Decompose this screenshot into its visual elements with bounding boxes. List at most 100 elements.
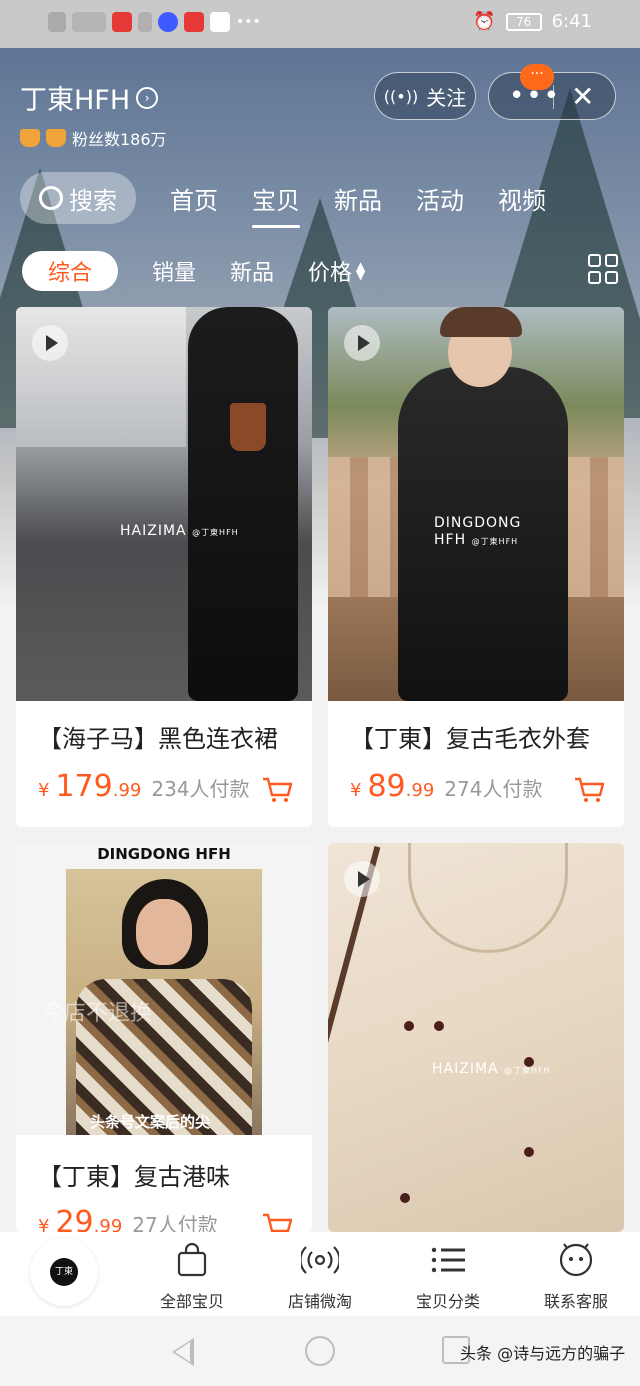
brand-header: DINGDONG HFH	[97, 845, 231, 863]
add-to-cart-icon[interactable]	[574, 777, 604, 803]
system-navigation-bar: 头条 @诗与远方的骗子	[0, 1316, 640, 1386]
shop-name-text: 丁東HFH	[20, 85, 131, 116]
product-price: ¥ 29 .99 27人付款	[38, 1205, 218, 1232]
tab-products[interactable]: 宝贝	[252, 181, 300, 228]
button	[434, 1021, 444, 1031]
clock: 6:41	[551, 11, 592, 32]
fans-text: 粉丝数186万	[72, 130, 167, 149]
product-title: 【丁東】复古毛衣外套	[350, 725, 590, 753]
image-watermark: HAIZIMA @丁東HFH	[120, 523, 239, 539]
back-icon[interactable]	[172, 1338, 194, 1366]
customer-service-button[interactable]: 联系客服	[516, 1240, 636, 1312]
close-icon[interactable]: ✕	[571, 80, 594, 113]
grid-view-icon[interactable]	[588, 254, 618, 284]
shop-bottom-bar: 丁東 全部宝贝 店铺微淘 宝贝分类 联系客服	[0, 1232, 640, 1316]
watermark-credit: 头条 @诗与远方的骗子	[460, 1344, 626, 1363]
filter-new[interactable]: 新品	[230, 255, 274, 287]
filter-price-label: 价格	[308, 261, 353, 286]
image-watermark: HAIZIMA @丁東HFH	[432, 1061, 551, 1077]
shop-tabs: 搜索 首页 宝贝 新品 活动 视频	[20, 172, 546, 228]
model-figure	[188, 307, 298, 701]
nav-label: 全部宝贝	[159, 1292, 224, 1311]
nav-label: 宝贝分类	[415, 1292, 480, 1311]
shop-logo[interactable]: 丁東	[30, 1238, 98, 1306]
add-to-cart-icon[interactable]	[262, 777, 292, 803]
paid-count: 274人付款	[444, 777, 543, 801]
shop-feed-button[interactable]: 店铺微淘	[260, 1240, 380, 1312]
product-card[interactable]: DINGDONG HFH @丁東HFH 【丁東】复古毛衣外套 ¥ 89 .99 2…	[328, 307, 624, 827]
tab-home[interactable]: 首页	[170, 181, 218, 216]
product-image: HAIZIMA @丁東HFH	[16, 307, 312, 701]
play-store-icon	[210, 12, 230, 32]
nav-label: 店铺微淘	[287, 1292, 352, 1311]
beret	[440, 307, 522, 337]
tab-new[interactable]: 新品	[334, 181, 382, 216]
tab-video[interactable]: 视频	[498, 181, 546, 216]
product-title: 【海子马】黑色连衣裙	[38, 725, 278, 753]
filter-comprehensive[interactable]: 综合	[22, 251, 118, 291]
follow-button[interactable]: ((•)) 关注	[374, 72, 476, 120]
follow-label: 关注	[426, 85, 467, 110]
search-icon	[39, 186, 63, 210]
filter-sales[interactable]: 销量	[152, 255, 196, 287]
toutiao-icon	[112, 12, 132, 32]
filter-price[interactable]: 价格 ▲ ▼	[308, 255, 365, 287]
button	[400, 1193, 410, 1203]
search-label: 搜索	[69, 186, 117, 215]
status-icons-left: •••	[48, 12, 261, 32]
product-card[interactable]: HAIZIMA @丁東HFH	[328, 843, 624, 1232]
fans-count: 粉丝数186万	[20, 126, 167, 150]
product-price: ¥ 89 .99 274人付款	[350, 769, 543, 804]
signal-icon	[72, 12, 106, 32]
product-price: ¥ 179 .99 234人付款	[38, 769, 250, 804]
status-bar: ••• ⏰ 76 6:41	[0, 0, 640, 48]
battery-icon: 76	[505, 12, 542, 31]
product-image: DINGDONG HFH @丁東HFH	[328, 307, 624, 701]
hd-icon	[48, 12, 66, 32]
notification-badge: ···	[520, 64, 554, 90]
sort-filters: 综合 销量 新品 价格 ▲ ▼	[22, 250, 622, 292]
product-title: 【丁東】复古港味	[38, 1163, 230, 1191]
categories-button[interactable]: 宝贝分类	[388, 1240, 508, 1312]
shop-logo-text: 丁東	[50, 1258, 78, 1286]
paid-count: 234人付款	[151, 777, 250, 801]
shopping-bag-icon	[177, 1243, 207, 1277]
overlay-watermark: 今店不退换	[42, 1001, 153, 1026]
sort-arrows-icon: ▲ ▼	[356, 259, 366, 282]
nav-label: 联系客服	[543, 1292, 608, 1311]
product-card[interactable]: HAIZIMA @丁東HFH 【海子马】黑色连衣裙 ¥ 179 .99 234人…	[16, 307, 312, 827]
crown-icon	[20, 129, 40, 147]
news-app-icon	[184, 12, 204, 32]
model-face	[136, 899, 192, 965]
chevron-right-icon: ›	[136, 86, 159, 109]
crown-icon	[46, 129, 66, 147]
product-card[interactable]: DINGDONG HFH 头条号文案后的尖 今店不退换 【丁東】复古港味 ¥ 2…	[16, 843, 312, 1232]
list-icon	[431, 1247, 465, 1273]
play-video-icon[interactable]	[32, 325, 68, 361]
broadcast-icon: ((•))	[383, 86, 419, 106]
shop-name[interactable]: 丁東HFH ›	[20, 78, 159, 117]
music-icon	[158, 12, 178, 32]
play-video-icon[interactable]	[344, 325, 380, 361]
home-icon[interactable]	[305, 1336, 335, 1366]
paid-count: 27人付款	[132, 1213, 218, 1232]
sim-icon	[138, 12, 152, 32]
product-image: DINGDONG HFH 头条号文案后的尖 今店不退换	[16, 843, 312, 1135]
tab-activity[interactable]: 活动	[416, 181, 464, 216]
handbag	[230, 403, 266, 451]
chat-bubble-icon	[559, 1243, 593, 1277]
add-to-cart-icon[interactable]	[262, 1213, 292, 1232]
button	[404, 1021, 414, 1031]
capsule-divider	[553, 85, 554, 109]
all-products-button[interactable]: 全部宝贝	[132, 1240, 252, 1312]
product-image: HAIZIMA @丁東HFH	[328, 843, 624, 1232]
alarm-icon: ⏰	[473, 11, 496, 32]
image-watermark: DINGDONG HFH @丁東HFH	[434, 515, 522, 548]
search-button[interactable]: 搜索	[20, 172, 136, 224]
broadcast-icon	[301, 1246, 339, 1274]
button	[524, 1147, 534, 1157]
collar	[408, 843, 568, 953]
status-icons-right: ⏰ 76 6:41	[473, 11, 592, 32]
image-caption: 头条号文案后的尖	[90, 1113, 211, 1131]
play-video-icon[interactable]	[344, 861, 380, 897]
